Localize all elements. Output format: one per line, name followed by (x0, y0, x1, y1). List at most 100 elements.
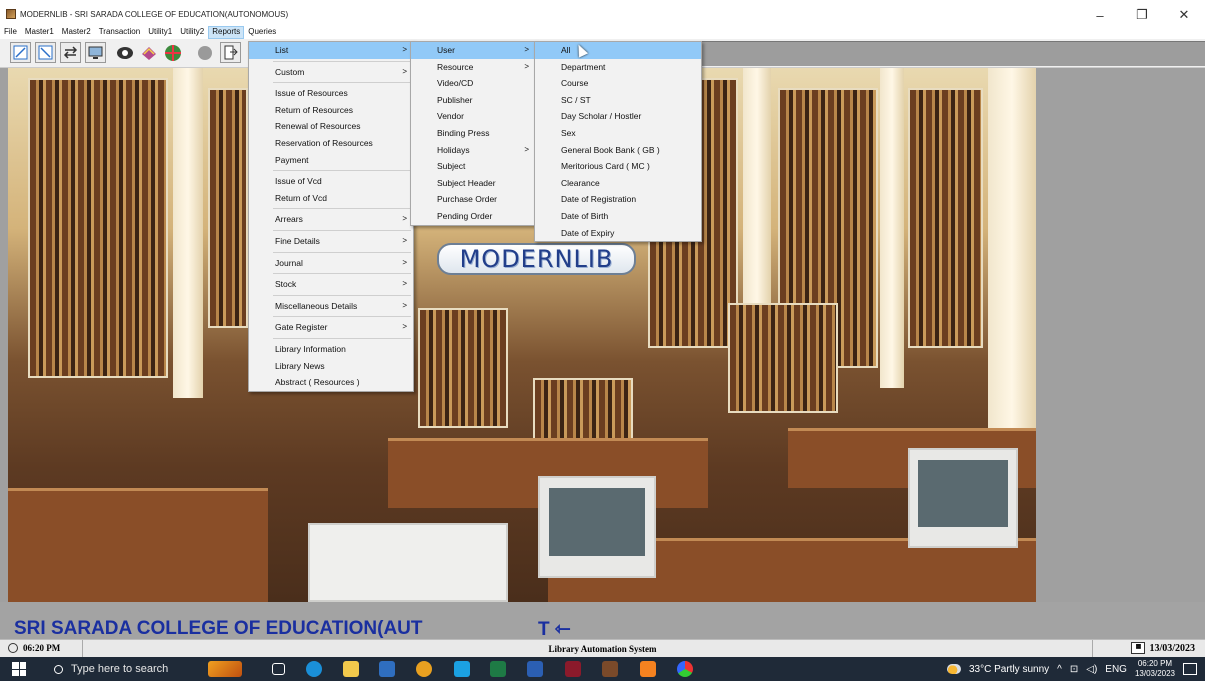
chevron-right-icon: > (524, 144, 529, 154)
chevron-right-icon: > (402, 257, 407, 267)
notification-icon[interactable] (1183, 663, 1197, 675)
reports-item-list[interactable]: List > (249, 42, 413, 59)
modernlib-logo: MODERNLIB (437, 243, 636, 275)
app-window: MODERNLIB - SRI SARADA COLLEGE OF EDUCAT… (0, 0, 1205, 681)
news-widget-icon[interactable] (208, 661, 242, 677)
word-icon[interactable] (527, 661, 543, 677)
chevron-right-icon: > (402, 300, 407, 310)
menu-master1[interactable]: Master1 (21, 26, 58, 39)
chevron-right-icon: > (402, 45, 407, 54)
reports-item-library-news[interactable]: Library News (249, 358, 413, 375)
list-item-user[interactable]: User > (411, 42, 535, 59)
reports-item-reservation-of-resources[interactable]: Reservation of Resources (249, 135, 413, 152)
search-placeholder: Type here to search (71, 663, 169, 675)
reports-item-fine-details[interactable]: Fine Details > (249, 233, 413, 250)
list-item-subject-header[interactable]: Subject Header (411, 175, 535, 192)
mail-icon[interactable] (454, 661, 470, 677)
user-item-day-scholar-hostler[interactable]: Day Scholar / Hostler (535, 108, 701, 125)
edge-icon[interactable] (306, 661, 322, 677)
tray-time: 06:20 PM (1137, 659, 1173, 668)
menu-reports[interactable]: Reports (208, 26, 245, 39)
resize-icon[interactable] (10, 42, 31, 63)
menu-queries[interactable]: Queries (244, 26, 280, 39)
reports-item-payment[interactable]: Payment (249, 152, 413, 169)
tray-chevron-up-icon[interactable]: ^ (1057, 664, 1062, 675)
tray-volume-icon[interactable]: ◁) (1086, 664, 1097, 675)
user-item-sex[interactable]: Sex (535, 125, 701, 142)
user-item-date-of-birth[interactable]: Date of Birth (535, 208, 701, 225)
list-item-pending-order[interactable]: Pending Order (411, 208, 535, 225)
user-item-meritorious-card[interactable]: Meritorious Card ( MC ) (535, 158, 701, 175)
chat-icon[interactable] (194, 42, 215, 63)
user-item-department[interactable]: Department (535, 59, 701, 76)
list-item-video-cd[interactable]: Video/CD (411, 75, 535, 92)
list-item-holidays[interactable]: Holidays > (411, 142, 535, 159)
scrolling-marker-text: T ⇽ (538, 619, 571, 640)
status-date: ▦ 13/03/2023 (1131, 642, 1195, 654)
display-icon[interactable] (85, 42, 106, 63)
list-item-subject[interactable]: Subject (411, 158, 535, 175)
user-item-all[interactable]: All (535, 42, 701, 59)
task-view-icon[interactable] (272, 663, 285, 675)
app-orange-icon[interactable] (640, 661, 656, 677)
toolbar-empty-area (700, 41, 1205, 66)
list-item-vendor[interactable]: Vendor (411, 108, 535, 125)
reports-item-journal[interactable]: Journal > (249, 255, 413, 272)
reports-item-arrears[interactable]: Arrears > (249, 211, 413, 228)
menu-utility1[interactable]: Utility1 (144, 26, 176, 39)
tray-network-icon[interactable]: ⊡ (1070, 664, 1078, 675)
menu-file[interactable]: File (0, 26, 21, 39)
windows-taskbar: Type here to search 33°C Partly sunny ^ … (0, 657, 1205, 681)
user-item-date-of-registration[interactable]: Date of Registration (535, 191, 701, 208)
chevron-right-icon: > (402, 322, 407, 332)
user-item-clearance[interactable]: Clearance (535, 175, 701, 192)
user-item-date-of-expiry[interactable]: Date of Expiry (535, 225, 701, 242)
weather-icon (947, 664, 961, 674)
list-submenu: User > Resource > Video/CD Publisher Vendo… (410, 41, 536, 226)
reports-item-renewal-of-resources[interactable]: Renewal of Resources (249, 118, 413, 135)
excel-icon[interactable] (490, 661, 506, 677)
user-item-general-book-bank[interactable]: General Book Bank ( GB ) (535, 142, 701, 159)
reports-item-library-information[interactable]: Library Information (249, 341, 413, 358)
reports-item-abstract-resources[interactable]: Abstract ( Resources ) (249, 374, 413, 391)
modernlib-app-icon[interactable] (602, 661, 618, 677)
chevron-right-icon: > (402, 66, 407, 76)
swap-icon[interactable] (60, 42, 81, 63)
search-icon (54, 664, 63, 674)
tray-language[interactable]: ENG (1105, 664, 1127, 675)
reports-item-stock[interactable]: Stock > (249, 276, 413, 293)
menu-master2[interactable]: Master2 (58, 26, 95, 39)
user-item-course[interactable]: Course (535, 75, 701, 92)
store-icon[interactable] (379, 661, 395, 677)
reports-item-issue-of-resources[interactable]: Issue of Resources (249, 85, 413, 102)
tray-clock[interactable]: 06:20 PM 13/03/2023 (1135, 659, 1175, 679)
eye-icon[interactable] (114, 42, 135, 63)
chevron-right-icon: > (524, 61, 529, 71)
app-round-icon[interactable] (677, 661, 693, 677)
reports-item-custom[interactable]: Custom > (249, 64, 413, 81)
exit-icon[interactable] (220, 42, 241, 63)
weather-text[interactable]: 33°C Partly sunny (969, 664, 1049, 675)
list-item-purchase-order[interactable]: Purchase Order (411, 191, 535, 208)
list-item-binding-press[interactable]: Binding Press (411, 125, 535, 142)
reports-item-return-of-resources[interactable]: Return of Resources (249, 102, 413, 119)
taskbar-search-box[interactable]: Type here to search (48, 659, 196, 679)
chevron-right-icon: > (402, 279, 407, 289)
list-item-resource[interactable]: Resource > (411, 59, 535, 76)
menu-utility2[interactable]: Utility2 (176, 26, 208, 39)
books-icon[interactable] (138, 42, 159, 63)
file-explorer-icon[interactable] (343, 661, 359, 677)
user-item-sc-st[interactable]: SC / ST (535, 92, 701, 109)
menu-transaction[interactable]: Transaction (95, 26, 145, 39)
reports-item-issue-of-vcd[interactable]: Issue of Vcd (249, 173, 413, 190)
reports-item-gate-register[interactable]: Gate Register > (249, 319, 413, 336)
windows-start-icon[interactable] (12, 662, 26, 676)
chrome-icon[interactable] (416, 661, 432, 677)
list-item-publisher[interactable]: Publisher (411, 92, 535, 109)
user-submenu: All Department Course SC / ST Day Schola… (534, 41, 702, 243)
reports-item-return-of-vcd[interactable]: Return of Vcd (249, 190, 413, 207)
globe-icon[interactable] (162, 42, 183, 63)
reports-item-miscellaneous-details[interactable]: Miscellaneous Details > (249, 298, 413, 315)
shrink-icon[interactable] (35, 42, 56, 63)
access-icon[interactable] (565, 661, 581, 677)
